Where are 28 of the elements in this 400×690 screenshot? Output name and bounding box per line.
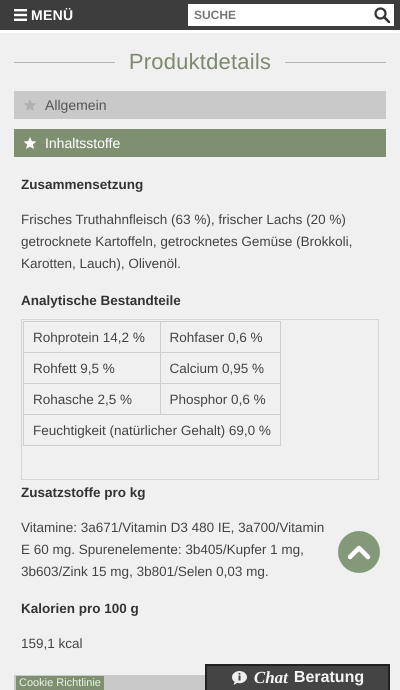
section-heading: Zusatzstoffe pro kg xyxy=(21,484,147,502)
scroll-top-button[interactable] xyxy=(338,531,380,573)
chat-button[interactable]: Chat Beratung xyxy=(205,664,390,690)
section-heading: Analytische Bestandteile xyxy=(21,292,182,310)
search-field[interactable]: SUCHE xyxy=(188,4,394,26)
chat-bubble-icon xyxy=(230,670,248,686)
star-icon xyxy=(23,98,37,112)
section-heading: Kalorien pro 100 g xyxy=(21,600,140,618)
accordion-tab[interactable]: Inhaltsstoffe xyxy=(14,129,386,157)
chevron-up-icon xyxy=(347,544,371,560)
table-cell: Phosphor 0,6 % xyxy=(160,384,280,414)
star-icon xyxy=(23,136,37,150)
table-cell: Calcium 0,95 % xyxy=(160,352,280,384)
table-cell: Feuchtigkeit (natürlicher Gehalt) 69,0 % xyxy=(24,414,280,446)
section-title: Produktdetails xyxy=(128,49,272,75)
cookie-link[interactable]: Cookie Richtlinie xyxy=(16,676,104,690)
section-heading: Zusammensetzung xyxy=(21,176,144,194)
table-cell: Rohasche 2,5 % xyxy=(24,384,160,414)
table-cell: Rohfaser 0,6 % xyxy=(160,322,280,352)
menu-button[interactable]: MENÜ xyxy=(14,7,74,23)
accordion-tab[interactable]: Allgemein xyxy=(14,91,386,119)
paragraph: 159,1 kcal xyxy=(21,635,84,653)
table-cell: Rohfett 9,5 % xyxy=(24,352,160,384)
paragraph: Vitamine: 3a671/Vitamin D3 480 IE, 3a700/Vitamin E 60 mg. Spurenelemente: 3b405/Kupfer 1 mg, 3b603/Zink 15 mg, 3b801/Selen 0,03 mg. xyxy=(21,519,326,581)
table-cell: Rohprotein 14,2 % xyxy=(24,322,160,352)
menu-icon xyxy=(14,9,27,21)
paragraph: Frisches Truthahnfleisch (63 %), frischer Lachs (20 %) getrocknete Kartoffeln, getrocknetes Gemüse (Brokkoli, Karotten, Lauch), Olivenöl. xyxy=(21,211,354,273)
search-icon[interactable] xyxy=(374,7,390,23)
